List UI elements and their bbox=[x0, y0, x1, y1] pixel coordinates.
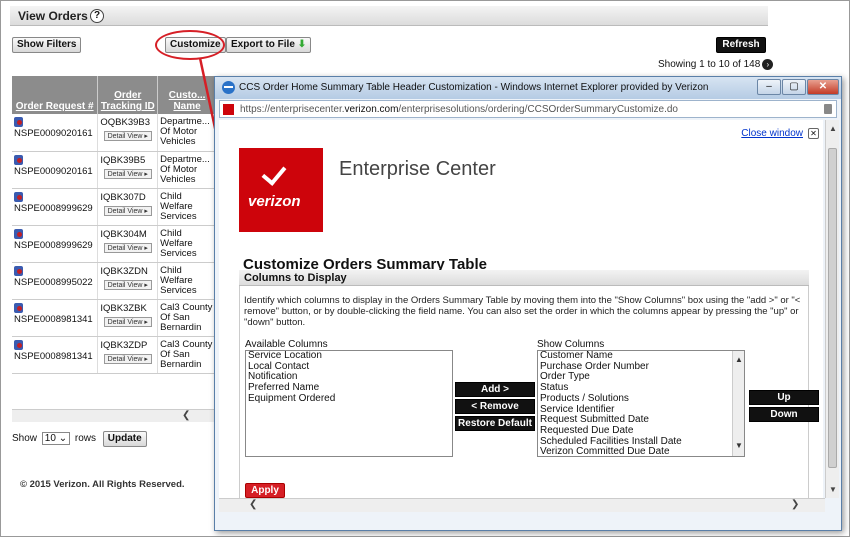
enterprise-center-title: Enterprise Center bbox=[339, 158, 496, 180]
scroll-left-arrow-icon[interactable]: ❮ bbox=[249, 499, 257, 510]
scroll-up-arrow-icon[interactable]: ▲ bbox=[829, 124, 837, 133]
instructions-text: Identify which columns to display in the… bbox=[244, 295, 801, 328]
apply-button[interactable]: Apply bbox=[245, 483, 285, 498]
available-columns-list[interactable]: Service Location Local Contact Notificatio… bbox=[245, 350, 453, 457]
scroll-thumb[interactable] bbox=[828, 148, 837, 468]
scroll-up-icon[interactable]: ▲ bbox=[735, 355, 743, 366]
popup-horizontal-scrollbar[interactable]: ❮ ❯ bbox=[219, 498, 825, 512]
url-prefix: https://enterprisecenter. bbox=[240, 104, 345, 115]
close-window-link[interactable]: Close window bbox=[741, 128, 803, 139]
url-domain: verizon.com bbox=[344, 104, 399, 115]
list-scrollbar[interactable]: ▲ ▼ bbox=[732, 351, 744, 456]
popup-content: Close window ✕ verizon Enterprise Center… bbox=[219, 120, 823, 498]
address-bar[interactable]: https://enterprisecenter.verizon.com/ent… bbox=[219, 100, 837, 118]
available-column-option[interactable]: Equipment Ordered bbox=[248, 393, 452, 405]
customize-popup-window: CCS Order Home Summary Table Header Cust… bbox=[214, 76, 842, 531]
logo-text: verizon bbox=[248, 193, 301, 210]
url-suffix: /enterprisesolutions/ordering/CCSOrderSu… bbox=[398, 104, 678, 115]
scroll-down-arrow-icon[interactable]: ▼ bbox=[829, 485, 837, 494]
popup-vertical-scrollbar[interactable]: ▲ ▼ bbox=[825, 120, 839, 498]
show-column-option[interactable]: Verizon Committed Due Date bbox=[540, 447, 744, 456]
up-button[interactable]: Up bbox=[749, 390, 819, 405]
url-text: https://enterprisecenter.verizon.com/ent… bbox=[240, 104, 678, 115]
available-columns-label: Available Columns bbox=[245, 339, 328, 350]
lock-icon bbox=[824, 104, 832, 114]
section-title: Columns to Display bbox=[239, 270, 809, 286]
ie-logo-icon bbox=[222, 81, 235, 94]
show-column-option[interactable]: Order Type bbox=[540, 372, 744, 383]
close-window-button[interactable]: ✕ bbox=[807, 79, 839, 95]
maximize-button[interactable]: ▢ bbox=[782, 79, 806, 95]
verizon-logo: verizon bbox=[239, 148, 323, 232]
show-column-option[interactable]: Products / Solutions bbox=[540, 393, 744, 405]
remove-button[interactable]: < Remove bbox=[455, 399, 535, 414]
window-title: CCS Order Home Summary Table Header Cust… bbox=[239, 82, 709, 93]
close-icon[interactable]: ✕ bbox=[808, 128, 819, 139]
site-favicon-icon bbox=[223, 104, 234, 115]
show-columns-label: Show Columns bbox=[537, 339, 605, 350]
down-button[interactable]: Down bbox=[749, 407, 819, 422]
show-columns-list[interactable]: Customer Name Purchase Order Number Order … bbox=[537, 350, 745, 457]
restore-default-button[interactable]: Restore Default bbox=[455, 416, 535, 431]
scroll-right-arrow-icon[interactable]: ❯ bbox=[791, 499, 799, 510]
scroll-down-icon[interactable]: ▼ bbox=[735, 441, 743, 452]
checkmark-icon bbox=[261, 160, 287, 186]
add-button[interactable]: Add > bbox=[455, 382, 535, 397]
minimize-button[interactable]: – bbox=[757, 79, 781, 95]
window-titlebar: CCS Order Home Summary Table Header Cust… bbox=[215, 77, 841, 99]
